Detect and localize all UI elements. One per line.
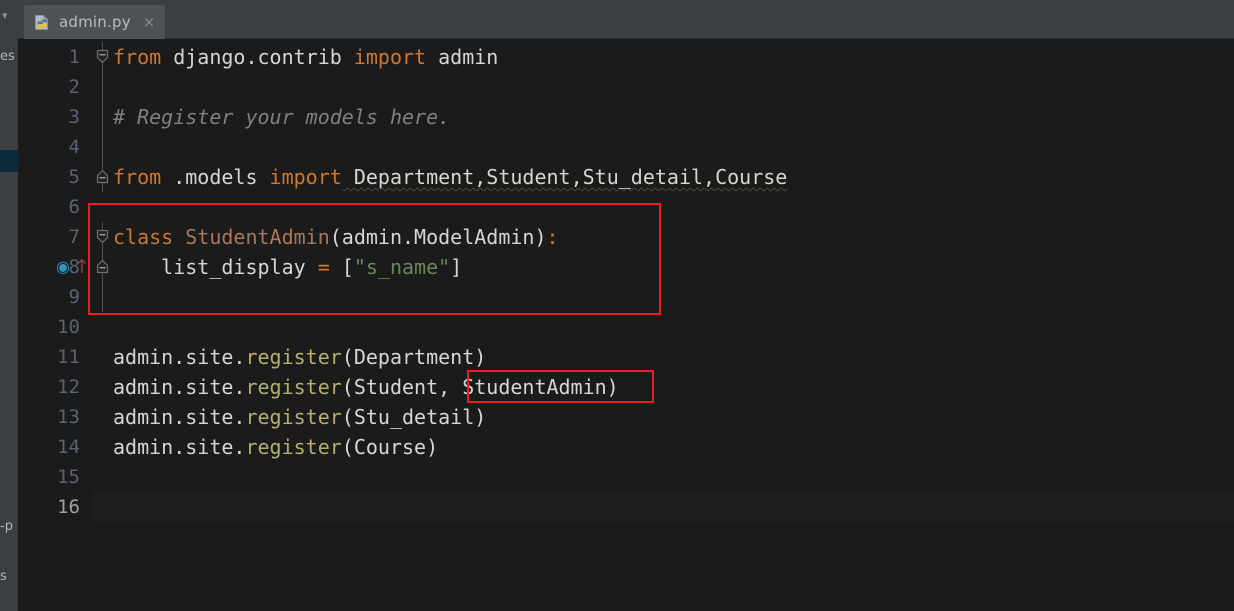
line-number: 1 xyxy=(68,46,80,68)
code-token: from xyxy=(113,165,162,189)
line-number: 6 xyxy=(68,196,80,218)
fold-collapse-down-icon[interactable] xyxy=(95,229,110,244)
line-number: 8 xyxy=(68,256,80,278)
code-token: = xyxy=(317,255,330,279)
code-token: from xyxy=(113,45,162,69)
code-token: admin.site. xyxy=(113,405,246,429)
code-token: (Student, StudentAdmin) xyxy=(341,375,619,399)
line-number: 3 xyxy=(68,106,80,128)
line-number: 15 xyxy=(57,466,80,488)
code-line[interactable]: class StudentAdmin(admin.ModelAdmin): xyxy=(113,222,559,252)
line-number: 16 xyxy=(57,496,80,518)
project-tree-item[interactable]: s xyxy=(0,566,18,588)
code-token: (Stu_detail) xyxy=(341,405,487,429)
tab-admin-py[interactable]: admin.py × xyxy=(24,5,166,39)
line-number: 2 xyxy=(68,76,80,98)
close-icon[interactable]: × xyxy=(143,14,156,30)
code-editor[interactable]: 1 2 3 4 5 6 7 8 9 10 11 12 13 14 15 16 from django.cont… xyxy=(18,39,1234,611)
code-token: (Course) xyxy=(341,435,439,459)
code-token: register xyxy=(245,345,342,369)
line-number: 11 xyxy=(57,346,80,368)
line-number: 5 xyxy=(68,166,80,188)
line-number: 12 xyxy=(57,376,80,398)
code-token: : xyxy=(546,225,559,249)
code-token: StudentAdmin xyxy=(185,225,330,249)
python-file-icon xyxy=(34,14,51,31)
code-token: ] xyxy=(450,255,463,279)
code-token: [ xyxy=(329,255,354,279)
project-tree-sliver[interactable]: ▾ es -p s xyxy=(0,0,18,611)
code-token: register xyxy=(245,375,342,399)
code-line[interactable]: from .models import Department,Student,S… xyxy=(113,162,787,192)
code-token: admin.site. xyxy=(113,345,246,369)
code-token: django.contrib xyxy=(161,45,354,69)
fold-collapse-up-icon[interactable] xyxy=(95,259,110,274)
code-token: admin xyxy=(426,45,499,69)
project-tree-item[interactable] xyxy=(0,150,18,172)
line-number: 9 xyxy=(68,286,80,308)
line-number: 13 xyxy=(57,406,80,428)
fold-collapse-down-icon[interactable] xyxy=(95,49,110,64)
code-line[interactable]: admin.site.register(Course) xyxy=(113,432,438,462)
code-token: admin.site. xyxy=(113,375,246,399)
tab-label: admin.py xyxy=(59,13,131,31)
project-tree-item[interactable]: -p xyxy=(0,516,18,538)
editor-tab-bar: admin.py × xyxy=(18,0,1234,39)
code-token: register xyxy=(245,435,342,459)
code-line[interactable]: list_display = ["s_name"] xyxy=(113,252,462,282)
code-token: import xyxy=(269,165,342,189)
code-line[interactable]: admin.site.register(Department) xyxy=(113,342,486,372)
code-token: list_display xyxy=(113,255,318,279)
code-token: class xyxy=(113,225,174,249)
code-token: (Department) xyxy=(341,345,487,369)
line-number-gutter: 1 2 3 4 5 6 7 8 9 10 11 12 13 14 15 16 xyxy=(18,39,93,611)
code-line[interactable]: from django.contrib import admin xyxy=(113,42,498,72)
override-arrow-icon[interactable]: ↑ xyxy=(74,255,90,279)
code-content[interactable]: from django.contrib import admin # Regist… xyxy=(113,39,1234,611)
code-token: admin.site. xyxy=(113,435,246,459)
code-token: Department,Student,Stu_detail,Course xyxy=(341,165,788,189)
code-line[interactable]: admin.site.register(Student, StudentAdmi… xyxy=(113,372,619,402)
line-number: 14 xyxy=(57,436,80,458)
code-token: .models xyxy=(161,165,270,189)
code-token: import xyxy=(353,45,427,69)
line-number: 4 xyxy=(68,136,80,158)
code-token: # Register your models here. xyxy=(113,105,451,129)
collapse-arrow-icon[interactable]: ▾ xyxy=(2,10,14,22)
class-marker-icon[interactable]: ◉ xyxy=(56,255,70,279)
fold-collapse-up-icon[interactable] xyxy=(95,169,110,184)
line-number: 7 xyxy=(68,226,80,248)
project-tree-item[interactable]: es xyxy=(0,46,18,68)
code-token: (admin.ModelAdmin) xyxy=(329,225,547,249)
code-token: register xyxy=(245,405,342,429)
code-token: "s_name" xyxy=(353,255,451,279)
code-fold-strip[interactable] xyxy=(93,39,113,611)
code-line[interactable]: # Register your models here. xyxy=(113,102,450,132)
code-line[interactable]: admin.site.register(Stu_detail) xyxy=(113,402,486,432)
line-number: 10 xyxy=(57,316,80,338)
